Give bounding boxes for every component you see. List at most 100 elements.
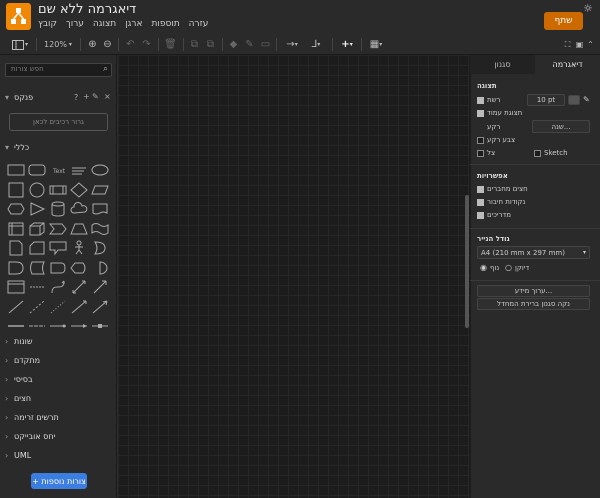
search-icon[interactable]: ⌕ bbox=[103, 64, 108, 74]
half-circle-shape[interactable] bbox=[91, 260, 109, 276]
page-view-checkbox[interactable] bbox=[477, 110, 484, 117]
scratchpad-dropzone[interactable]: גרור רכיבים לכאן bbox=[9, 113, 108, 131]
text-shape[interactable]: Text bbox=[49, 162, 67, 178]
dashed-line-shape[interactable] bbox=[28, 299, 46, 315]
composition-shape[interactable] bbox=[91, 318, 109, 334]
more-shapes-button[interactable]: + צורות נוספות bbox=[31, 473, 87, 489]
display-shape[interactable] bbox=[70, 260, 88, 276]
grid-color-swatch[interactable] bbox=[568, 95, 580, 105]
diagram-title[interactable]: דיאגרמה ללא שם bbox=[38, 2, 136, 17]
format-toggle-icon[interactable]: ▣ bbox=[574, 37, 585, 52]
section-uml[interactable]: › UML bbox=[0, 448, 117, 465]
rectangle-shape[interactable] bbox=[7, 162, 25, 178]
section-misc[interactable]: › שונות bbox=[0, 334, 117, 351]
section-arrows[interactable]: › חצים bbox=[0, 391, 117, 408]
menu-arrange[interactable]: ארגן bbox=[125, 19, 142, 29]
collapse-icon[interactable]: ⌃ bbox=[585, 37, 596, 52]
bidirectional-arrow-shape[interactable] bbox=[70, 279, 88, 295]
menu-file[interactable]: קובץ bbox=[38, 19, 57, 29]
ellipse-shape[interactable] bbox=[91, 162, 109, 178]
to-back-icon[interactable]: ⧉ bbox=[204, 37, 217, 52]
tab-style[interactable]: סגנון bbox=[470, 55, 535, 74]
curve-shape[interactable] bbox=[49, 279, 67, 295]
swimlane-shape[interactable] bbox=[7, 279, 25, 295]
zoom-in-icon[interactable]: ⊕ bbox=[86, 37, 99, 52]
share-button[interactable]: שתף bbox=[544, 12, 583, 30]
portrait-radio[interactable]: ◉ bbox=[480, 263, 487, 272]
redo-icon[interactable]: ↷ bbox=[140, 37, 153, 52]
edit-icon[interactable]: ✎ bbox=[92, 92, 99, 101]
hexagon-shape[interactable] bbox=[7, 201, 25, 217]
fullscreen-icon[interactable]: ⛶ bbox=[562, 37, 573, 52]
to-front-icon[interactable]: ⧉ bbox=[188, 37, 201, 52]
grid-checkbox[interactable] bbox=[477, 97, 484, 104]
connection-arrows-checkbox[interactable] bbox=[477, 186, 484, 193]
step-shape[interactable] bbox=[48, 221, 67, 237]
guides-checkbox[interactable] bbox=[477, 212, 484, 219]
shape-search-input[interactable]: חפש צורות ⌕ bbox=[5, 63, 112, 77]
data-storage-shape[interactable] bbox=[28, 260, 46, 276]
connection-icon[interactable]: → ▾ bbox=[282, 37, 302, 52]
aggregation-shape[interactable] bbox=[70, 318, 88, 334]
shadow-icon[interactable]: ▭ bbox=[259, 37, 272, 52]
fill-color-icon[interactable]: ◆ bbox=[227, 37, 240, 52]
card-shape[interactable] bbox=[28, 240, 46, 256]
line-color-icon[interactable]: ✎ bbox=[243, 37, 256, 52]
solid-line-shape[interactable] bbox=[7, 318, 25, 334]
note-shape[interactable] bbox=[7, 240, 25, 256]
menu-extras[interactable]: תוספות bbox=[151, 19, 179, 29]
section-flowchart[interactable]: › תרשים זרימה bbox=[0, 410, 117, 427]
actor-shape[interactable] bbox=[70, 240, 88, 256]
callout-shape[interactable] bbox=[49, 240, 67, 256]
help-icon[interactable]: ? bbox=[74, 93, 78, 102]
clear-default-style-button[interactable]: נקה סגנון ברירת המחדל bbox=[477, 298, 590, 310]
cylinder-shape[interactable] bbox=[49, 201, 67, 217]
shadow-checkbox[interactable] bbox=[477, 150, 484, 157]
trapezoid-shape[interactable] bbox=[70, 221, 88, 237]
directional-arrow-shape[interactable] bbox=[91, 299, 109, 315]
add-icon[interactable]: + bbox=[83, 92, 90, 101]
cloud-shape[interactable] bbox=[70, 201, 88, 217]
zoom-out-icon[interactable]: ⊖ bbox=[101, 37, 114, 52]
process-shape[interactable] bbox=[49, 182, 67, 198]
tab-diagram[interactable]: דיאגרמה bbox=[535, 55, 600, 74]
menu-view[interactable]: תצוגה bbox=[93, 19, 116, 29]
square-shape[interactable] bbox=[7, 182, 25, 198]
and-shape[interactable] bbox=[7, 260, 25, 276]
insert-icon[interactable]: + ▾ bbox=[337, 37, 357, 52]
dotted-line-shape[interactable] bbox=[49, 299, 67, 315]
paper-size-select[interactable]: A4 (210 mm x 297 mm) ▾ bbox=[477, 246, 590, 259]
rounded-rectangle-shape[interactable] bbox=[28, 162, 46, 178]
triangle-shape[interactable] bbox=[28, 201, 46, 217]
sketch-checkbox[interactable] bbox=[534, 150, 541, 157]
canvas-scrollbar[interactable] bbox=[465, 195, 469, 328]
horizontal-line-shape[interactable] bbox=[28, 279, 46, 295]
connector-arrow-shape[interactable] bbox=[70, 299, 88, 315]
menu-edit[interactable]: ערוך bbox=[66, 19, 84, 29]
link-shape[interactable] bbox=[28, 318, 46, 334]
circle-shape[interactable] bbox=[28, 182, 46, 198]
format-panel-icon[interactable]: ▾ bbox=[10, 37, 30, 52]
diagram-canvas[interactable] bbox=[118, 55, 470, 498]
or-shape[interactable] bbox=[91, 240, 109, 256]
scratchpad-header[interactable]: ▾ פנקס ? + ✎ × bbox=[0, 90, 117, 107]
connection-points-checkbox[interactable] bbox=[477, 199, 484, 206]
edit-data-button[interactable]: ערוך מידע... bbox=[477, 285, 590, 297]
waypoints-icon[interactable]: ⅃ ▾ bbox=[306, 37, 326, 52]
zoom-select[interactable]: 120% ▾ bbox=[42, 37, 74, 52]
section-basic[interactable]: › בסיסי bbox=[0, 372, 117, 389]
section-advanced[interactable]: › מתקדם bbox=[0, 353, 117, 370]
delete-icon[interactable]: 🗑 bbox=[164, 37, 177, 52]
document-shape[interactable] bbox=[91, 201, 109, 217]
close-icon[interactable]: × bbox=[104, 92, 111, 101]
arrow-shape[interactable] bbox=[91, 279, 109, 295]
grid-size-input[interactable]: 10 pt bbox=[527, 94, 565, 106]
section-entity-relation[interactable]: › יחס אובייקט bbox=[0, 429, 117, 446]
delay-shape[interactable] bbox=[49, 260, 67, 276]
internal-storage-shape[interactable] bbox=[7, 221, 25, 237]
landscape-radio[interactable]: ○ bbox=[505, 263, 512, 272]
textbox-shape[interactable] bbox=[70, 162, 88, 178]
diamond-shape[interactable] bbox=[70, 181, 88, 198]
tape-shape[interactable] bbox=[91, 221, 109, 237]
undo-icon[interactable]: ↶ bbox=[124, 37, 137, 52]
